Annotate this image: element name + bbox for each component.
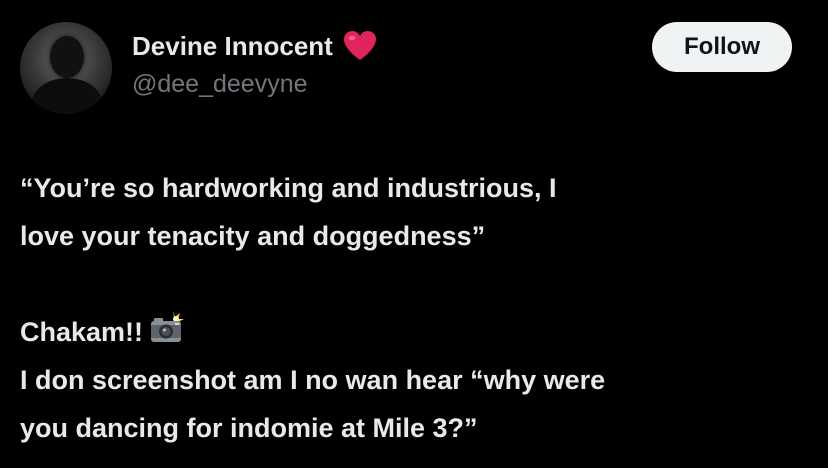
red-heart-icon [343,30,377,62]
paragraph-break [20,260,810,308]
avatar-head-silhouette [50,36,84,78]
camera-flash-icon [149,311,185,345]
follow-button[interactable]: Follow [652,22,792,72]
tweet-line: I don screenshot am I no wan hear “why w… [20,365,606,395]
tweet-line: love your tenacity and doggedness” [20,221,486,251]
name-row: Devine Innocent [132,30,377,62]
tweet-line: you dancing for indomie at Mile 3?” [20,413,478,443]
avatar-shoulders-silhouette [32,78,102,114]
handle[interactable]: @dee_deevyne [132,70,308,99]
tweet-line-text: Chakam!! [20,317,144,347]
tweet-line-with-emoji: Chakam!! [20,308,810,356]
tweet-line: “You’re so hardworking and industrious, … [20,173,557,203]
display-name[interactable]: Devine Innocent [132,31,333,62]
avatar[interactable] [20,22,112,114]
tweet-text: “You’re so hardworking and industrious, … [20,164,810,452]
